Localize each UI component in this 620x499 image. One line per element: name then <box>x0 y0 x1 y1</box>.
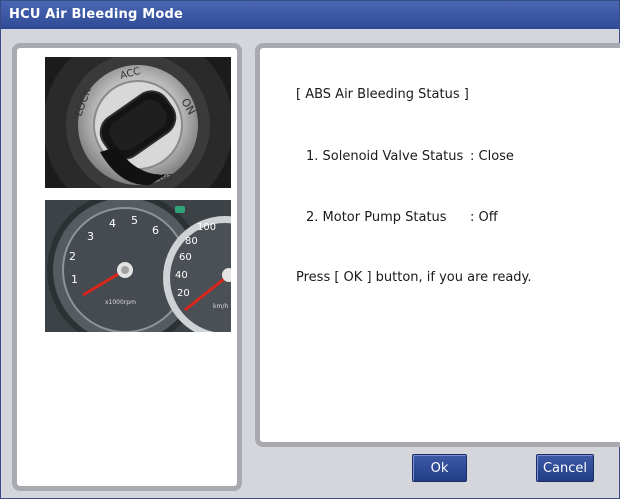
svg-text:80: 80 <box>185 236 198 247</box>
dialog-window: HCU Air Bleeding Mode LOCK ACC ON 1 2 3 … <box>0 0 620 499</box>
svg-text:2: 2 <box>69 250 76 263</box>
status-heading: [ ABS Air Bleeding Status ] <box>296 87 469 102</box>
ignition-key-image: LOCK ACC ON START <box>45 57 231 188</box>
svg-text:20: 20 <box>177 288 190 299</box>
instrument-cluster-image: 1 2 3 4 5 6 x1000rpm 100 80 60 40 20 km/… <box>45 200 231 332</box>
ignition-key-icon: LOCK ACC ON START <box>45 57 231 188</box>
svg-text:60: 60 <box>179 252 192 263</box>
motor-pump-row: 2. Motor Pump Status : Off <box>306 210 498 225</box>
solenoid-valve-label: 1. Solenoid Valve Status <box>306 149 464 164</box>
svg-text:3: 3 <box>87 230 94 243</box>
motor-pump-value: : Off <box>470 210 498 225</box>
svg-text:4: 4 <box>109 217 116 230</box>
svg-text:5: 5 <box>131 214 138 227</box>
svg-text:1: 1 <box>71 273 78 286</box>
motor-pump-label: 2. Motor Pump Status <box>306 210 447 225</box>
window-title: HCU Air Bleeding Mode <box>9 7 183 22</box>
solenoid-valve-value: : Close <box>470 149 514 164</box>
svg-text:40: 40 <box>175 270 188 281</box>
svg-text:x1000rpm: x1000rpm <box>105 299 136 306</box>
svg-text:6: 6 <box>152 224 159 237</box>
solenoid-valve-row: 1. Solenoid Valve Status : Close <box>306 149 514 164</box>
cancel-button[interactable]: Cancel <box>536 454 594 482</box>
image-panel: LOCK ACC ON START <box>12 43 242 491</box>
title-bar[interactable]: HCU Air Bleeding Mode <box>1 1 619 29</box>
ready-prompt: Press [ OK ] button, if you are ready. <box>296 270 532 285</box>
status-panel: [ ABS Air Bleeding Status ] 1. Solenoid … <box>255 43 620 447</box>
ok-button[interactable]: Ok <box>412 454 467 482</box>
svg-text:km/h: km/h <box>213 303 228 310</box>
instrument-cluster-icon: 1 2 3 4 5 6 x1000rpm 100 80 60 40 20 km/… <box>45 200 231 332</box>
dialog-body: LOCK ACC ON START <box>1 29 620 498</box>
svg-text:100: 100 <box>197 222 216 233</box>
